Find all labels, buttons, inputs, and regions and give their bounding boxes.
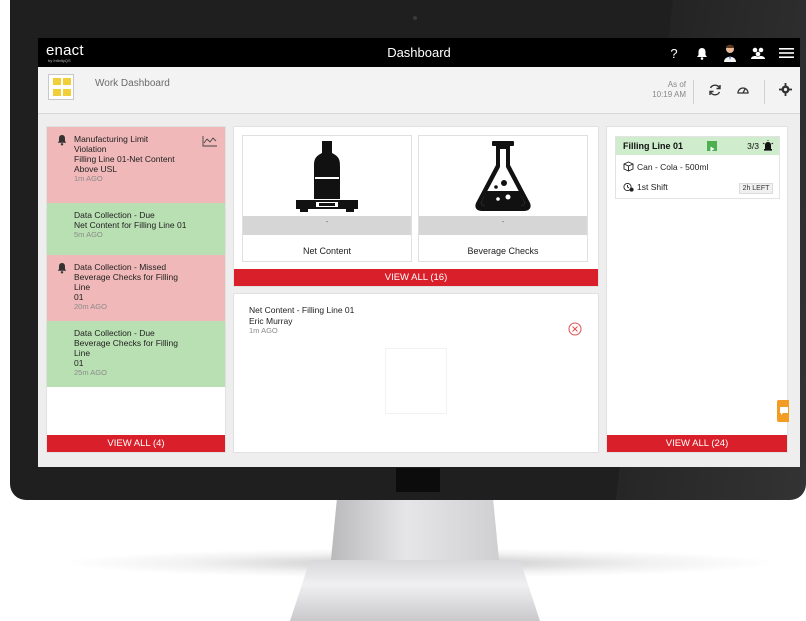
gauge-icon[interactable] [736, 83, 750, 102]
monitor-chin-notch [396, 468, 440, 492]
notification-title: Data Collection - Due [74, 328, 155, 338]
notification-title: Manufacturing Limit [74, 134, 149, 144]
data-collections-panel: - Net Content - Beverage Checks VIEW ALL… [233, 126, 599, 287]
alarm-bell-icon [57, 263, 67, 274]
notification-time: 25m AGO [74, 368, 107, 377]
app-screen: enact by InfinityQS Dashboard ? Work Das… [38, 38, 800, 467]
bell-icon[interactable] [694, 45, 710, 61]
notification-detail: Above USL [74, 164, 117, 174]
notification-title: Violation [74, 144, 107, 154]
recent-item-image [386, 349, 446, 413]
header-icons: ? [666, 43, 794, 63]
collection-label: Net Content [302, 246, 352, 256]
line-card-header: Filling Line 01 3/3 [616, 137, 779, 155]
dashboard-toolbar: Work Dashboard As of 10:19 AM [38, 67, 800, 114]
notification-detail: 01 [74, 358, 84, 368]
last-updated-time: 10:19 AM [652, 90, 686, 99]
line-product-label: Can - Cola - 500ml [637, 161, 709, 172]
toolbar-actions [693, 80, 792, 104]
bottle-on-scale-icon [243, 136, 411, 216]
recent-item-time: 1m AGO [249, 326, 278, 335]
avatar[interactable] [722, 44, 738, 62]
collection-label: Beverage Checks [467, 246, 539, 256]
alarm-siren-icon [762, 140, 774, 151]
collection-tile-net-content[interactable]: - Net Content [242, 135, 412, 262]
dismiss-circle-icon[interactable] [568, 322, 582, 336]
gear-icon[interactable] [779, 83, 792, 101]
help-icon[interactable]: ? [666, 45, 682, 61]
toolbar-divider [764, 80, 765, 104]
monitor-mockup: enact by InfinityQS Dashboard ? Work Das… [0, 0, 806, 621]
recent-activity-panel: Net Content - Filling Line 01 Eric Murra… [233, 293, 599, 453]
lines-panel: Filling Line 01 3/3 Can - Cola - 500ml 1… [606, 126, 788, 453]
notification-item[interactable]: Data Collection - Due Net Content for Fi… [47, 203, 225, 255]
notification-title: Data Collection - Due [74, 210, 155, 220]
notification-detail: Net Content for Filling Line 01 [74, 220, 187, 230]
line-card-filling-line-01[interactable]: Filling Line 01 3/3 Can - Cola - 500ml 1… [615, 136, 780, 199]
notification-detail: Filling Line 01-Net Content [74, 154, 175, 164]
time-left-badge: 2h LEFT [739, 183, 773, 194]
toolbar-divider [693, 80, 694, 104]
shift-clock-icon [623, 182, 634, 192]
app-header: enact by InfinityQS Dashboard ? [38, 38, 800, 67]
line-product: Can - Cola - 500ml [623, 161, 708, 172]
last-updated: As of 10:19 AM [652, 80, 686, 100]
notification-time: 20m AGO [74, 302, 107, 311]
alarm-bell-icon [57, 135, 67, 146]
monitor-stand-neck [330, 500, 500, 570]
line-name: Filling Line 01 [623, 141, 684, 151]
collection-tile-beverage-checks[interactable]: - Beverage Checks [418, 135, 588, 262]
running-status-icon [707, 141, 717, 152]
recent-item-name: Net Content - Filling Line 01 [249, 305, 355, 315]
monitor-stand-base [290, 560, 540, 621]
notification-detail: Beverage Checks for Filling Line [74, 338, 178, 358]
line-shift: 1st Shift [623, 181, 668, 192]
notification-time: 5m AGO [74, 230, 103, 239]
collection-value: - [243, 216, 411, 235]
collection-value: - [419, 216, 587, 235]
line-alarm-count: 3/3 [747, 141, 759, 151]
view-all-collections-button[interactable]: VIEW ALL (16) [234, 269, 598, 286]
notification-title: Data Collection - Missed [74, 262, 167, 272]
last-updated-label: As of [667, 80, 686, 89]
notifications-panel: Manufacturing Limit Violation Filling Li… [46, 126, 226, 453]
sticky-notes-icon[interactable] [48, 74, 74, 100]
trend-chart-icon[interactable] [202, 135, 218, 147]
refresh-icon[interactable] [708, 83, 722, 102]
webcam-icon [413, 16, 417, 20]
view-all-notifications-button[interactable]: VIEW ALL (4) [47, 435, 225, 452]
view-all-lines-button[interactable]: VIEW ALL (24) [607, 435, 787, 452]
notification-time: 1m AGO [74, 174, 103, 183]
team-icon[interactable] [750, 45, 766, 61]
box-icon [623, 161, 634, 172]
recent-item-title[interactable]: Net Content - Filling Line 01 Eric Murra… [249, 305, 354, 327]
flask-icon [419, 136, 587, 216]
chat-tab[interactable] [777, 400, 789, 422]
notification-item[interactable]: Data Collection - Due Beverage Checks fo… [47, 321, 225, 387]
menu-icon[interactable] [778, 45, 794, 61]
notification-item[interactable]: Data Collection - Missed Beverage Checks… [47, 255, 225, 321]
line-shift-label: 1st Shift [637, 181, 668, 192]
notification-detail: Beverage Checks for Filling Line [74, 272, 178, 292]
notification-detail: 01 [74, 292, 84, 302]
notification-item[interactable]: Manufacturing Limit Violation Filling Li… [47, 127, 225, 203]
dashboard-title: Work Dashboard [95, 78, 170, 89]
